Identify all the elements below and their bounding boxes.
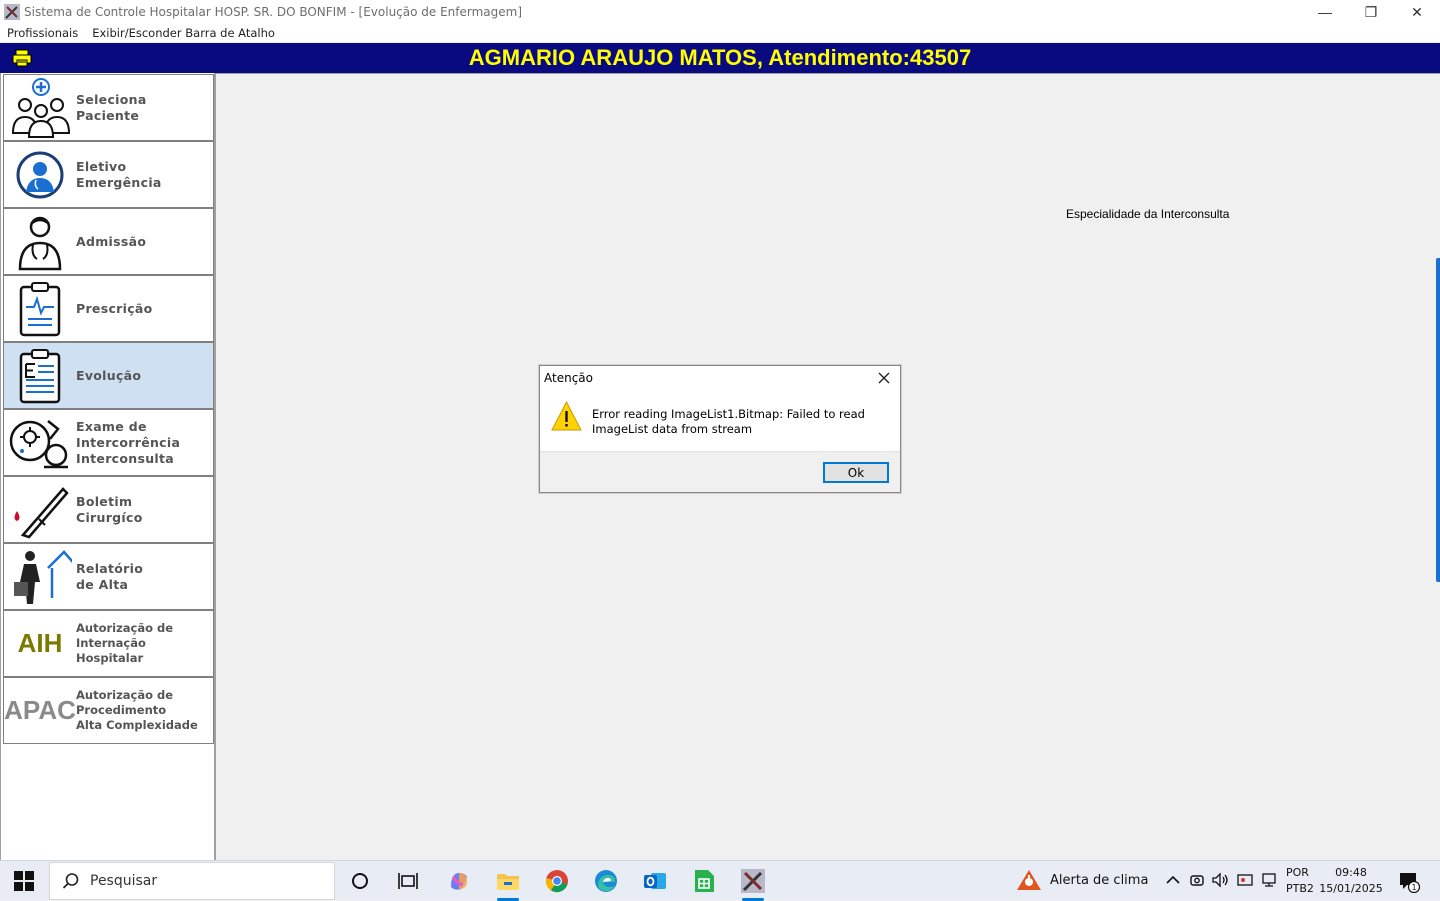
chrome-icon (545, 870, 568, 893)
cortana-button[interactable] (346, 867, 374, 895)
tray-camera[interactable] (1188, 871, 1206, 889)
ok-button[interactable]: Ok (823, 462, 889, 483)
weather-widget[interactable]: Alerta de clima (1016, 869, 1148, 891)
physician-icon (18, 216, 62, 270)
sidebar-item-label: Evolução (76, 367, 142, 383)
camera-icon (1190, 875, 1204, 886)
menu-profissionais[interactable]: Profissionais (0, 26, 85, 40)
search-icon (62, 873, 79, 889)
taskbar: Pesquisar Alerta de clima POR PTB2 09:48… (0, 860, 1440, 901)
window-title: Sistema de Controle Hospitalar HOSP. SR.… (24, 5, 523, 19)
sidebar-item-eletivo-emergencia[interactable]: Eletivo Emergência (3, 141, 214, 208)
windows-start-icon[interactable] (14, 871, 34, 891)
interconsulta-specialty-label: Especialidade da Interconsulta (1066, 207, 1230, 221)
sidebar-item-label: Autorização de Internação Hospitalar (76, 621, 174, 665)
sidebar-item-label: Prescrição (76, 300, 153, 316)
speaker-icon (1212, 872, 1228, 888)
sidebar-item-label: Relatório de Alta (76, 560, 144, 592)
microscope-icon (9, 419, 68, 468)
spreadsheet-app[interactable] (690, 867, 718, 895)
chrome-app[interactable] (543, 867, 571, 895)
sidebar-item-label: Admissão (76, 233, 147, 249)
minimize-button[interactable]: — (1302, 0, 1348, 24)
sidebar-item-label: Eletivo Emergência (76, 158, 162, 190)
network-icon (1262, 873, 1276, 887)
patient-header: AGMARIO ARAUJO MATOS, Atendimento:43507 (0, 43, 1440, 73)
tray-overflow-button[interactable] (1164, 871, 1182, 889)
task-view-button[interactable] (394, 867, 422, 895)
sidebar-item-apac[interactable]: APAC Autorização de Procedimento Alta Co… (3, 677, 214, 744)
sidebar-item-aih[interactable]: AIH Autorização de Internação Hospitalar (3, 610, 214, 677)
tray-network[interactable] (1260, 871, 1278, 889)
sidebar-item-label: Exame de Intercorrência Interconsulta (76, 418, 181, 466)
spreadsheet-icon (695, 870, 714, 892)
taskbar-search[interactable]: Pesquisar (49, 862, 335, 900)
input-language[interactable]: POR PTB2 (1286, 865, 1314, 897)
menu-bar: Profissionais Exibir/Esconder Barra de A… (0, 24, 1440, 42)
notification-count: 1 (1411, 883, 1416, 892)
doctors-group-icon (11, 77, 71, 138)
menu-exibir-esconder[interactable]: Exibir/Esconder Barra de Atalho (85, 26, 282, 40)
dialog-title: Atenção (544, 371, 593, 385)
sidebar-item-relatorio-alta[interactable]: Relatório de Alta (3, 543, 214, 610)
security-icon (1237, 874, 1253, 886)
sidebar-item-admissao[interactable]: Admissão (3, 208, 214, 275)
file-explorer-app[interactable] (494, 867, 522, 901)
chevron-up-icon (1166, 875, 1180, 884)
task-view-icon (398, 873, 418, 889)
hospital-system-icon (741, 869, 765, 893)
scalpel-icon (14, 486, 69, 538)
system-clock[interactable]: 09:48 15/01/2025 (1318, 865, 1384, 897)
notification-icon: 1 (1400, 873, 1421, 894)
tray-volume[interactable] (1211, 871, 1229, 889)
edge-icon (595, 870, 617, 892)
tray-security[interactable] (1236, 871, 1254, 889)
dialog-message: Error reading ImageList1.Bitmap: Failed … (592, 407, 865, 436)
close-icon[interactable] (876, 370, 892, 386)
hospital-system-app[interactable] (739, 867, 767, 901)
folder-icon (497, 874, 519, 890)
scroll-indicator[interactable] (1436, 258, 1440, 582)
weather-alert-icon (1017, 870, 1041, 890)
doctor-avatar-icon (16, 151, 64, 198)
cortana-icon (352, 873, 368, 889)
weather-label: Alerta de clima (1050, 872, 1149, 888)
error-dialog: Atenção Error reading ImageList1.Bitmap:… (539, 365, 901, 493)
dialog-footer: Ok (540, 451, 900, 492)
outlook-icon (644, 873, 666, 889)
sidebar-item-boletim-cirurgico[interactable]: Boletim Cirurgíco (3, 476, 214, 543)
copilot-app[interactable] (445, 867, 473, 895)
printer-icon[interactable] (12, 49, 32, 67)
window-titlebar: Sistema de Controle Hospitalar HOSP. SR.… (0, 0, 1440, 24)
sidebar-item-label: Seleciona Paciente (76, 91, 147, 123)
restore-button[interactable]: ❐ (1348, 0, 1394, 24)
apac-logo-icon: APAC (4, 695, 76, 725)
close-window-button[interactable]: ✕ (1394, 0, 1440, 24)
clipboard-pulse-icon (19, 281, 61, 336)
outlook-app[interactable] (641, 867, 669, 895)
sidebar-item-label: Autorização de Procedimento Alta Complex… (76, 688, 198, 732)
shortcut-sidebar: Seleciona Paciente Eletivo Emergência Ad… (0, 73, 216, 860)
sidebar-item-evolucao[interactable]: Evolução (3, 342, 214, 409)
patient-title: AGMARIO ARAUJO MATOS, Atendimento:43507 (468, 45, 972, 70)
search-placeholder: Pesquisar (90, 873, 158, 889)
app-icon (4, 4, 20, 20)
clipboard-e-icon (19, 348, 61, 403)
notification-center-button[interactable]: 1 (1398, 871, 1421, 894)
sidebar-item-exame-interconsulta[interactable]: Exame de Intercorrência Interconsulta (3, 409, 214, 476)
discharge-icon (14, 549, 72, 604)
edge-app[interactable] (592, 867, 620, 895)
warning-icon (551, 400, 582, 431)
aih-logo-icon: AIH (17, 628, 63, 658)
sidebar-item-seleciona-paciente[interactable]: Seleciona Paciente (3, 74, 214, 141)
sidebar-item-label: Boletim Cirurgíco (76, 493, 143, 525)
copilot-icon (451, 873, 467, 890)
sidebar-item-prescricao[interactable]: Prescrição (3, 275, 214, 342)
